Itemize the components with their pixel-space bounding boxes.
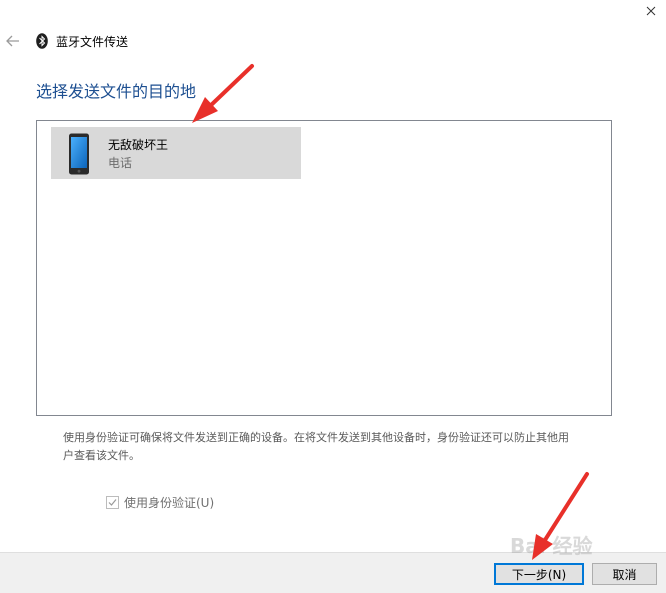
close-button[interactable] — [640, 0, 662, 22]
back-arrow-icon — [6, 35, 19, 47]
title-bar: 蓝牙文件传送 — [0, 28, 400, 54]
next-button[interactable]: 下一步(N) — [494, 563, 584, 585]
device-type: 电话 — [108, 156, 133, 170]
checkmark-icon — [108, 499, 117, 506]
annotation-arrow-next — [532, 472, 589, 560]
auth-checkbox-label: 使用身份验证(U) — [124, 496, 215, 510]
bluetooth-icon — [35, 32, 49, 50]
device-item-selected[interactable]: 无敌破坏王 电话 — [51, 127, 301, 179]
auth-description: 使用身份验证可确保将文件发送到正确的设备。在将文件发送到其他设备时，身份验证还可… — [63, 431, 569, 462]
smartphone-icon — [69, 133, 89, 175]
device-name: 无敌破坏王 — [108, 138, 169, 152]
bluetooth-transfer-window: 蓝牙文件传送 选择发送文件的目的地 无敌破坏王 电话 使用身份验证可确保将文件发… — [0, 0, 666, 593]
page-heading: 选择发送文件的目的地 — [36, 82, 197, 101]
cancel-button[interactable]: 取消 — [592, 563, 657, 585]
back-button[interactable] — [3, 31, 23, 51]
device-list[interactable]: 无敌破坏王 电话 — [36, 120, 612, 416]
button-bar: 下一步(N) 取消 — [0, 552, 666, 593]
auth-checkbox[interactable] — [106, 496, 119, 509]
window-title: 蓝牙文件传送 — [56, 34, 129, 49]
annotation-arrow-device — [192, 64, 254, 123]
close-icon — [646, 6, 656, 16]
auth-checkbox-row[interactable]: 使用身份验证(U) — [106, 494, 214, 511]
